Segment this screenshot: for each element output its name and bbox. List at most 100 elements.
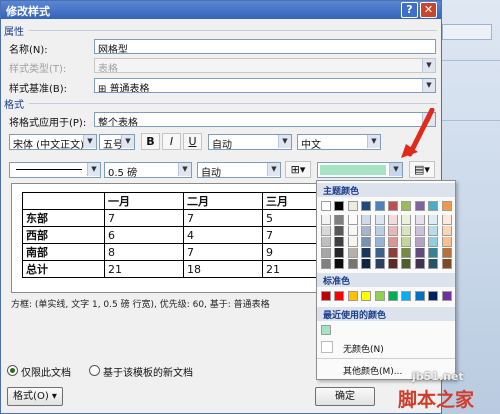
color-swatch[interactable]	[321, 259, 331, 269]
title-bar[interactable]: 修改样式 ? ✕	[1, 1, 441, 19]
color-swatch[interactable]	[441, 215, 452, 225]
more-colors-option[interactable]: 其他颜色(M)...	[343, 364, 402, 377]
color-swatch[interactable]	[361, 237, 372, 247]
color-swatch[interactable]	[374, 226, 385, 236]
color-swatch[interactable]	[414, 215, 425, 225]
color-swatch[interactable]	[321, 325, 331, 335]
color-swatch[interactable]	[401, 291, 412, 301]
color-swatch[interactable]	[428, 226, 439, 236]
color-swatch[interactable]	[414, 259, 425, 269]
font-size-select[interactable]: 五号 ▼	[99, 134, 135, 150]
color-swatch[interactable]	[401, 237, 412, 247]
color-swatch[interactable]	[321, 201, 331, 211]
color-swatch[interactable]	[347, 291, 358, 301]
color-swatch[interactable]	[361, 215, 372, 225]
close-button[interactable]: ✕	[420, 2, 437, 18]
color-swatch[interactable]	[428, 215, 439, 225]
chevron-down-icon: ▼	[121, 135, 134, 148]
font-color-select[interactable]: 自动 ▼	[208, 134, 292, 150]
style-type-select[interactable]: 表格 ▼	[94, 58, 436, 73]
color-swatch[interactable]	[414, 237, 425, 247]
format-button[interactable]: 格式(O) ▾	[7, 387, 63, 406]
color-swatch[interactable]	[374, 215, 385, 225]
color-palette-dropdown: 主题颜色 标准色 最近使用的颜色 无颜色(N) 其他颜色(M)...	[316, 180, 456, 380]
color-swatch[interactable]	[414, 226, 425, 236]
color-swatch[interactable]	[441, 291, 452, 301]
color-swatch[interactable]	[321, 226, 331, 236]
color-swatch[interactable]	[428, 259, 439, 269]
color-swatch[interactable]	[414, 248, 425, 258]
color-swatch[interactable]	[347, 201, 358, 211]
color-swatch[interactable]	[321, 215, 331, 225]
color-swatch[interactable]	[347, 248, 358, 258]
color-swatch[interactable]	[334, 248, 345, 258]
help-button[interactable]: ?	[401, 2, 418, 18]
ok-button[interactable]: 确定	[315, 387, 375, 406]
color-swatch[interactable]	[374, 291, 385, 301]
color-swatch[interactable]	[428, 237, 439, 247]
color-swatch[interactable]	[374, 248, 385, 258]
color-swatch[interactable]	[401, 201, 412, 211]
color-swatch[interactable]	[334, 291, 345, 301]
color-swatch[interactable]	[361, 226, 372, 236]
color-swatch[interactable]	[388, 215, 398, 225]
style-base-select[interactable]: ⊞ 普通表格 ▼	[94, 78, 436, 93]
color-swatch[interactable]	[388, 259, 398, 269]
line-style-select[interactable]: ▼	[9, 162, 101, 178]
color-swatch[interactable]	[388, 237, 398, 247]
color-swatch[interactable]	[441, 259, 452, 269]
color-swatch[interactable]	[414, 291, 425, 301]
color-swatch[interactable]	[428, 248, 439, 258]
underline-button[interactable]: U	[183, 133, 202, 150]
italic-button[interactable]: I	[162, 133, 181, 150]
color-swatch[interactable]	[401, 259, 412, 269]
color-swatch[interactable]	[321, 291, 331, 301]
bold-button[interactable]: B	[141, 133, 160, 150]
color-swatch[interactable]	[347, 215, 358, 225]
color-swatch[interactable]	[361, 291, 372, 301]
border-color-select[interactable]: 自动 ▼	[197, 162, 281, 178]
color-swatch[interactable]	[334, 201, 345, 211]
color-swatch[interactable]	[361, 248, 372, 258]
color-swatch[interactable]	[414, 201, 425, 211]
color-swatch[interactable]	[361, 201, 372, 211]
line-weight-select[interactable]: 0.5 磅 ▼	[104, 162, 192, 178]
color-swatch[interactable]	[374, 201, 385, 211]
color-swatch[interactable]	[347, 237, 358, 247]
color-swatch[interactable]	[334, 215, 345, 225]
color-swatch[interactable]	[321, 237, 331, 247]
borders-button[interactable]: ⊞▾	[285, 161, 311, 178]
color-swatch[interactable]	[388, 291, 398, 301]
color-swatch[interactable]	[321, 248, 331, 258]
radio-template[interactable]	[89, 365, 100, 376]
color-swatch[interactable]	[428, 291, 439, 301]
color-swatch[interactable]	[441, 237, 452, 247]
color-swatch[interactable]	[374, 237, 385, 247]
color-swatch[interactable]	[401, 248, 412, 258]
color-swatch[interactable]	[441, 201, 452, 211]
color-swatch[interactable]	[401, 226, 412, 236]
radio-this-document-label[interactable]: 仅限此文档	[21, 364, 71, 379]
apply-to-select[interactable]: 整个表格 ▼	[94, 112, 436, 127]
color-swatch[interactable]	[334, 259, 345, 269]
color-swatch[interactable]	[388, 248, 398, 258]
font-select[interactable]: 宋体 (中文正文) ▼	[9, 134, 97, 150]
color-swatch[interactable]	[428, 201, 439, 211]
color-swatch[interactable]	[388, 201, 398, 211]
language-select[interactable]: 中文 ▼	[297, 134, 381, 150]
radio-template-label[interactable]: 基于该模板的新文档	[103, 364, 193, 379]
color-swatch[interactable]	[374, 259, 385, 269]
color-swatch[interactable]	[347, 226, 358, 236]
color-swatch[interactable]	[347, 259, 358, 269]
no-color-option[interactable]: 无颜色(N)	[343, 342, 384, 355]
radio-this-document[interactable]	[7, 365, 18, 376]
color-swatch[interactable]	[441, 248, 452, 258]
shading-color-select[interactable]: ▼	[317, 162, 403, 178]
color-swatch[interactable]	[388, 226, 398, 236]
color-swatch[interactable]	[334, 226, 345, 236]
color-swatch[interactable]	[334, 237, 345, 247]
color-swatch[interactable]	[441, 226, 452, 236]
name-field[interactable]: 网格型	[94, 39, 436, 54]
color-swatch[interactable]	[361, 259, 372, 269]
color-swatch[interactable]	[401, 215, 412, 225]
